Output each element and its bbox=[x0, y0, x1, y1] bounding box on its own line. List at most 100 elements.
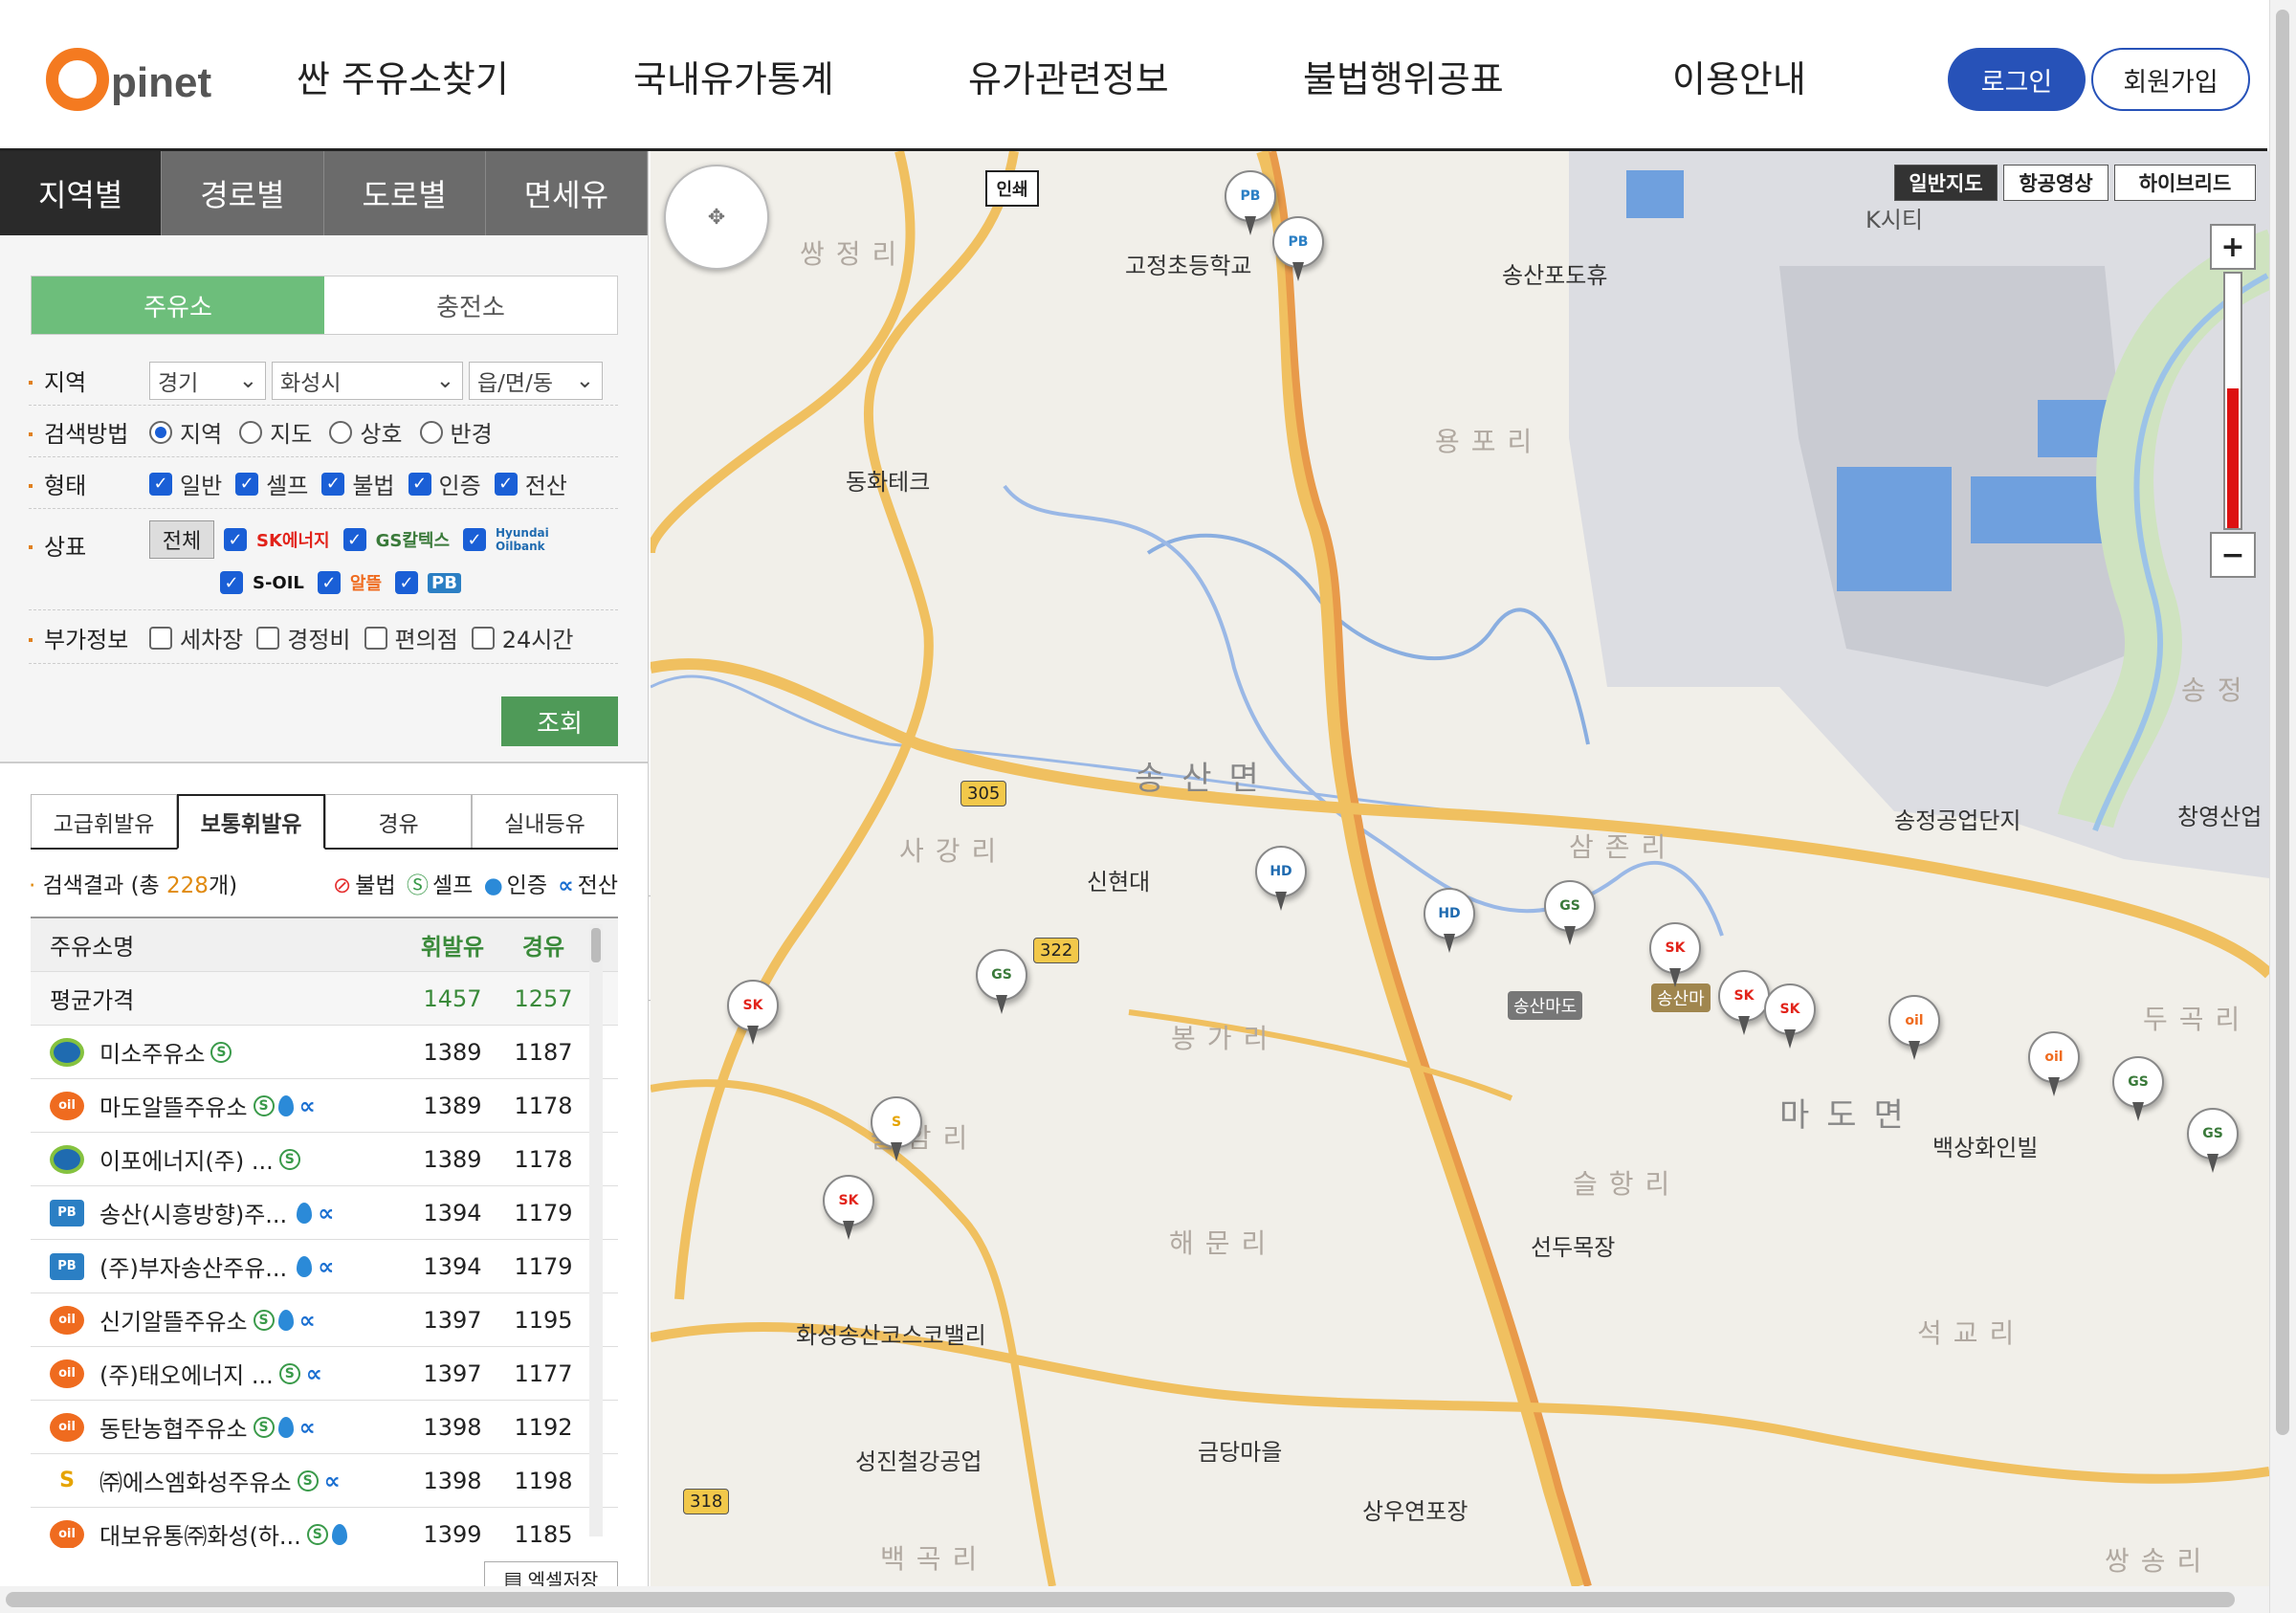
map-label: 사강리 bbox=[899, 835, 1008, 867]
table-row[interactable]: 미소주유소 S 1389 1187 bbox=[31, 1026, 618, 1079]
map-canvas bbox=[651, 151, 2269, 1586]
map-label: 쌍송리 bbox=[2105, 1545, 2214, 1577]
check-type-computerized[interactable]: ✓ 전산 bbox=[494, 467, 567, 500]
join-button[interactable]: 회원가입 bbox=[2091, 48, 2250, 111]
col-gasoline: 휘발유 bbox=[420, 934, 485, 961]
zoom-in-button[interactable]: + bbox=[2210, 224, 2256, 270]
maptype-aerial[interactable]: 항공영상 bbox=[2003, 165, 2108, 201]
tab-premium-gasoline[interactable]: 고급휘발유 bbox=[31, 794, 177, 848]
tab-region[interactable]: 지역별 bbox=[0, 151, 163, 235]
print-button[interactable]: 인쇄 bbox=[985, 170, 1039, 207]
check-type-self[interactable]: ✓ 셀프 bbox=[235, 467, 308, 500]
table-row[interactable]: oil 신기알뜰주유소 S ∝ 1397 1195 bbox=[31, 1293, 618, 1347]
check-type-illegal[interactable]: ✓ 불법 bbox=[321, 467, 395, 500]
zoom-slider[interactable] bbox=[2223, 272, 2242, 530]
table-row[interactable]: PB 송산(시흥방향)주... ∝ 1394 1179 bbox=[31, 1186, 618, 1240]
radio-method-radius[interactable]: 반경 bbox=[419, 415, 493, 449]
station-marker-sk[interactable]: SK bbox=[727, 980, 779, 1047]
opinet-logo[interactable]: pinet bbox=[46, 34, 211, 111]
table-row[interactable]: oil 마도알뜰주유소 S ∝ 1389 1178 bbox=[31, 1079, 618, 1133]
check-24h[interactable]: 24시간 bbox=[471, 621, 573, 654]
station-marker-sk[interactable]: SK bbox=[1764, 983, 1816, 1050]
sk-logo-icon: SK에너지 bbox=[256, 531, 330, 551]
zoom-out-button[interactable]: − bbox=[2210, 532, 2256, 578]
map-label: 용포리 bbox=[1435, 426, 1544, 457]
nav-guide[interactable]: 이용안내 bbox=[1672, 50, 1806, 102]
table-row[interactable]: oil 동탄농협주유소 S ∝ 1398 1192 bbox=[31, 1401, 618, 1454]
tab-taxfree[interactable]: 면세유 bbox=[485, 151, 648, 235]
station-marker-sk[interactable]: SK bbox=[1649, 922, 1701, 989]
brand-label: 상표 bbox=[29, 528, 149, 562]
check-type-normal[interactable]: ✓ 일반 bbox=[149, 467, 222, 500]
station-marker-sk[interactable]: SK bbox=[823, 1175, 874, 1242]
login-button[interactable]: 로그인 bbox=[1948, 48, 2086, 111]
tab-kerosene[interactable]: 실내등유 bbox=[472, 794, 618, 848]
page-vertical-scrollbar[interactable] bbox=[2269, 0, 2296, 1613]
nav-cheap-station[interactable]: 싼 주유소찾기 bbox=[297, 50, 509, 102]
station-name: 대보유통㈜화성(하... bbox=[99, 1523, 301, 1548]
check-brand-gs[interactable]: ✓ GS칼텍스 bbox=[342, 520, 450, 559]
radio-method-map[interactable]: 지도 bbox=[239, 415, 312, 449]
nav-illegal-notice[interactable]: 불법행위공표 bbox=[1303, 50, 1504, 102]
province-select[interactable]: 경기 ⌄ bbox=[149, 361, 266, 400]
station-marker-gs[interactable]: GS bbox=[2112, 1056, 2164, 1123]
table-row[interactable]: oil 대보유통㈜화성(하... S 1399 1185 bbox=[31, 1508, 618, 1548]
nav-price-info[interactable]: 유가관련정보 bbox=[968, 50, 1169, 102]
page-horizontal-scrollbar[interactable] bbox=[0, 1586, 2269, 1613]
table-row[interactable]: oil (주)태오에너지 ... S ∝ 1397 1177 bbox=[31, 1347, 618, 1401]
map-view[interactable]: ✥ 인쇄 일반지도 항공영상 하이브리드 + − 쌍정리 고정초등학교 송산포도… bbox=[651, 151, 2269, 1586]
check-brand-hyundai[interactable]: ✓ Hyundai Oilbank bbox=[463, 520, 553, 559]
check-brand-pb[interactable]: ✓ PB bbox=[395, 570, 461, 595]
check-carwash[interactable]: 세차장 bbox=[149, 621, 243, 654]
self-icon: S bbox=[210, 1041, 232, 1063]
table-row[interactable]: S ㈜에스엠화성주유소 S ∝ 1398 1198 bbox=[31, 1454, 618, 1508]
alddeul-icon: oil bbox=[50, 1359, 84, 1388]
nav-price-stats[interactable]: 국내유가통계 bbox=[633, 50, 834, 102]
tab-diesel[interactable]: 경유 bbox=[325, 794, 472, 848]
radio-method-name[interactable]: 상호 bbox=[329, 415, 403, 449]
alddeul-logo-icon: 알뜰 bbox=[349, 574, 383, 594]
map-label: 창영산업 bbox=[2177, 804, 2263, 830]
station-marker-hyundai[interactable]: HD bbox=[1255, 846, 1307, 913]
tab-regular-gasoline[interactable]: 보통휘발유 bbox=[177, 794, 325, 850]
station-marker-gs[interactable]: GS bbox=[1544, 880, 1596, 947]
station-name: 신기알뜰주유소 bbox=[99, 1309, 248, 1336]
station-marker-alddeul[interactable]: oil bbox=[1888, 995, 1940, 1062]
station-marker-hyundai[interactable]: HD bbox=[1424, 888, 1475, 955]
brand-all-button[interactable]: 전체 bbox=[149, 520, 214, 559]
station-marker-pb[interactable]: PB bbox=[1225, 170, 1276, 237]
check-maintenance[interactable]: 경정비 bbox=[256, 621, 351, 654]
table-row[interactable]: PB (주)부자송산주유... ∝ 1394 1179 bbox=[31, 1240, 618, 1293]
radio-method-region[interactable]: 지역 bbox=[149, 415, 222, 449]
check-convenience[interactable]: 편의점 bbox=[364, 621, 458, 654]
tab-route[interactable]: 경로별 bbox=[162, 151, 324, 235]
search-sidebar: 지역별 경로별 도로별 면세유 주유소 충전소 지역 경기 ⌄ 화성시 ⌄ 읍/면/… bbox=[0, 151, 649, 1586]
certified-icon bbox=[331, 1523, 347, 1545]
tab-road[interactable]: 도로별 bbox=[323, 151, 486, 235]
station-marker-gs[interactable]: GS bbox=[976, 949, 1027, 1016]
check-brand-sk[interactable]: ✓ SK에너지 bbox=[224, 520, 330, 559]
table-row[interactable]: 이포에너지(주) ... S 1389 1178 bbox=[31, 1133, 618, 1186]
maptype-normal[interactable]: 일반지도 bbox=[1894, 165, 1998, 201]
station-kind-tabs: 주유소 충전소 bbox=[31, 276, 618, 335]
city-select[interactable]: 화성시 ⌄ bbox=[272, 361, 463, 400]
check-brand-soil[interactable]: ✓ S-OIL bbox=[220, 570, 304, 595]
tab-charging-station[interactable]: 충전소 bbox=[324, 276, 617, 334]
station-marker-gs[interactable]: GS bbox=[2187, 1108, 2239, 1175]
station-marker-pb[interactable]: PB bbox=[1272, 216, 1324, 283]
maptype-hybrid[interactable]: 하이브리드 bbox=[2114, 165, 2256, 201]
pan-control[interactable]: ✥ bbox=[664, 165, 769, 270]
station-marker-soil[interactable]: S bbox=[871, 1096, 922, 1163]
check-brand-alddeul[interactable]: ✓ 알뜰 bbox=[317, 570, 383, 595]
map-label: 송산포도휴 bbox=[1502, 262, 1608, 289]
tab-gas-station[interactable]: 주유소 bbox=[32, 276, 324, 334]
town-select[interactable]: 읍/면/동 ⌄ bbox=[469, 361, 603, 400]
table-scrollbar[interactable] bbox=[589, 924, 603, 1536]
station-marker-sk[interactable]: SK bbox=[1718, 970, 1770, 1037]
station-marker-alddeul[interactable]: oil bbox=[2028, 1031, 2080, 1098]
search-button[interactable]: 조회 bbox=[501, 696, 618, 746]
average-row: 평균가격 1457 1257 bbox=[31, 972, 618, 1026]
excel-save-button[interactable]: ▤ 엑셀저장 bbox=[484, 1561, 618, 1586]
check-type-certified[interactable]: ✓ 인증 bbox=[408, 467, 481, 500]
alddeul-icon: oil bbox=[50, 1091, 84, 1120]
